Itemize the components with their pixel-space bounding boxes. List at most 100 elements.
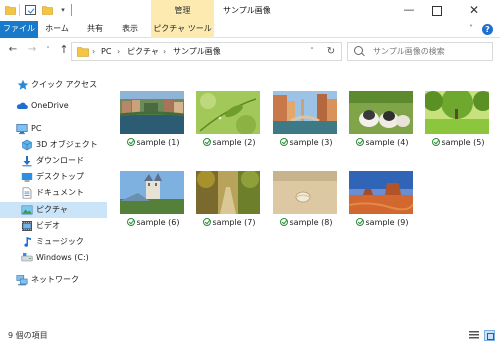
ribbon-collapse-icon[interactable]: ˅ — [466, 24, 476, 33]
image-thumbnail — [273, 91, 337, 134]
sync-status-icon — [431, 138, 440, 146]
file-name[interactable]: sample (3) — [265, 138, 347, 150]
new-folder-icon[interactable] — [42, 5, 53, 15]
forward-button[interactable]: → — [26, 43, 38, 57]
nav-item-onedrive[interactable]: OneDrive — [0, 98, 107, 114]
nav-item-music[interactable]: ミュージック — [0, 234, 107, 250]
tab-file[interactable]: ファイル — [0, 21, 38, 38]
image-thumbnail — [196, 171, 260, 214]
nav-item-downloads[interactable]: ダウンロード — [0, 153, 107, 169]
image-thumbnail — [425, 91, 489, 134]
file-name[interactable]: sample (9) — [341, 218, 423, 230]
address-bar[interactable]: › PC › ピクチャ › サンプル画像 ˅ ↻ — [71, 42, 342, 61]
cloud-icon — [16, 102, 28, 109]
file-name[interactable]: sample (5) — [417, 138, 499, 150]
back-button[interactable]: ← — [7, 43, 19, 57]
refresh-icon[interactable]: ↻ — [324, 43, 338, 60]
ribbon-tabs: ファイル ホーム 共有 表示 ピクチャ ツール ˅ ? — [0, 21, 500, 38]
navigation-pane: クイック アクセス OneDrive PC 3D オブジェクト ダウンロード デ… — [0, 66, 107, 326]
sync-status-icon — [355, 218, 364, 226]
file-item[interactable]: sample (4) — [341, 80, 413, 147]
file-name[interactable]: sample (1) — [112, 138, 194, 150]
pictures-icon — [21, 205, 33, 215]
tab-share[interactable]: 共有 — [78, 21, 112, 38]
star-icon — [17, 79, 29, 90]
tab-picture-tools[interactable]: ピクチャ ツール — [151, 21, 214, 38]
breadcrumb-pictures[interactable]: ピクチャ — [127, 43, 159, 60]
file-item[interactable]: sample (3) — [265, 80, 337, 147]
drive-icon — [21, 253, 33, 262]
details-view-icon[interactable] — [469, 331, 479, 340]
large-icons-view-icon[interactable] — [484, 330, 495, 341]
nav-item-desktop[interactable]: デスクトップ — [0, 169, 107, 185]
file-item[interactable]: sample (9) — [341, 160, 413, 227]
computer-icon — [16, 124, 28, 135]
desktop-icon — [21, 173, 33, 182]
file-item[interactable]: sample (7) — [188, 160, 260, 227]
file-item[interactable]: sample (2) — [188, 80, 260, 147]
image-thumbnail — [273, 171, 337, 214]
context-tab-group-label: 管理 — [151, 0, 214, 21]
sync-status-icon — [355, 138, 364, 146]
nav-item-documents[interactable]: ドキュメント — [0, 185, 107, 201]
breadcrumb-separator: › — [92, 47, 96, 56]
network-icon — [16, 275, 28, 286]
image-thumbnail — [349, 91, 413, 134]
item-count: 9 個の項目 — [8, 331, 48, 340]
image-thumbnail — [196, 91, 260, 134]
breadcrumb-separator: › — [117, 47, 121, 56]
sync-status-icon — [126, 218, 135, 226]
nav-item-network[interactable]: ネットワーク — [0, 272, 107, 288]
file-item[interactable]: sample (5) — [417, 80, 489, 147]
close-button[interactable]: ✕ — [461, 0, 487, 21]
document-icon — [22, 187, 32, 199]
divider — [71, 4, 72, 16]
nav-item-windows-c[interactable]: Windows (C:) — [0, 250, 107, 266]
search-icon — [354, 46, 363, 55]
image-thumbnail — [120, 91, 184, 134]
file-item[interactable]: sample (1) — [112, 80, 184, 147]
file-item[interactable]: sample (6) — [112, 160, 184, 227]
tab-view[interactable]: 表示 — [112, 21, 148, 38]
file-list: sample (1) sample (2) sample (3) sample … — [112, 80, 500, 320]
up-button[interactable]: ↑ — [58, 43, 70, 57]
address-history-dropdown-icon[interactable]: ˅ — [306, 43, 318, 60]
music-icon — [24, 237, 31, 247]
nav-item-videos[interactable]: ビデオ — [0, 218, 107, 234]
properties-icon[interactable] — [25, 5, 36, 15]
sync-status-icon — [279, 218, 288, 226]
breadcrumb-sample-images[interactable]: サンプル画像 — [173, 43, 221, 60]
nav-item-3d-objects[interactable]: 3D オブジェクト — [0, 137, 107, 153]
sync-status-icon — [202, 138, 211, 146]
file-name[interactable]: sample (2) — [188, 138, 270, 150]
help-icon[interactable]: ? — [482, 24, 493, 35]
minimize-button[interactable]: — — [396, 0, 422, 21]
navigation-bar: ← → ˅ ↑ › PC › ピクチャ › サンプル画像 ˅ ↻ サンプル画像の… — [0, 39, 500, 62]
breadcrumb-pc[interactable]: PC — [101, 43, 111, 60]
file-item[interactable]: sample (8) — [265, 160, 337, 227]
image-thumbnail — [120, 171, 184, 214]
nav-item-pictures[interactable]: ピクチャ — [0, 202, 107, 218]
status-bar: 9 個の項目 — [0, 326, 500, 345]
divider — [19, 4, 20, 16]
quick-access-dropdown-icon[interactable]: ▾ — [59, 6, 67, 14]
recent-locations-icon[interactable]: ˅ — [42, 43, 54, 57]
nav-item-pc[interactable]: PC — [0, 121, 107, 137]
window-title: サンプル画像 — [223, 6, 271, 15]
folder-icon — [77, 47, 89, 57]
maximize-button[interactable] — [423, 0, 449, 21]
download-icon — [22, 156, 32, 167]
breadcrumb-separator: › — [163, 47, 167, 56]
file-name[interactable]: sample (6) — [112, 218, 194, 230]
search-box[interactable]: サンプル画像の検索 — [347, 42, 493, 61]
sync-status-icon — [202, 218, 211, 226]
video-icon — [22, 221, 32, 231]
tab-home[interactable]: ホーム — [38, 21, 76, 38]
file-name[interactable]: sample (4) — [341, 138, 423, 150]
folder-icon — [5, 6, 16, 15]
title-bar: ▾ 管理 サンプル画像 — ✕ — [0, 0, 500, 21]
file-name[interactable]: sample (7) — [188, 218, 270, 230]
nav-item-quick-access[interactable]: クイック アクセス — [0, 77, 107, 93]
file-name[interactable]: sample (8) — [265, 218, 347, 230]
search-placeholder: サンプル画像の検索 — [373, 47, 445, 56]
